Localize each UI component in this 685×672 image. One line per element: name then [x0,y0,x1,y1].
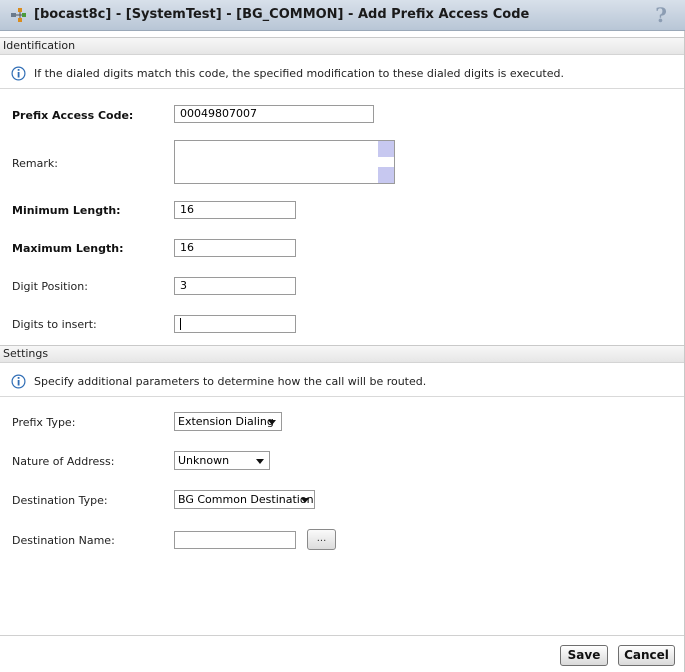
prefix-access-code-input[interactable]: 00049807007 [174,105,374,123]
chevron-down-icon [268,420,276,425]
maximum-length-input[interactable]: 16 [174,239,296,257]
settings-section-header[interactable]: Settings [0,345,685,363]
digits-to-insert-input[interactable] [174,315,296,333]
text-caret [180,318,181,330]
minimum-length-label: Minimum Length: [12,204,121,217]
prefix-type-label: Prefix Type: [12,416,76,429]
title-bar: [bocast8c] - [SystemTest] - [BG_COMMON] … [0,0,685,31]
chevron-down-icon [256,459,264,464]
scroll-up-button[interactable] [378,141,394,157]
minimum-length-input[interactable]: 16 [174,201,296,219]
prefix-access-code-label: Prefix Access Code: [12,109,134,122]
settings-info-text: Specify additional parameters to determi… [34,375,427,388]
info-icon [11,374,26,389]
remark-label: Remark: [12,157,58,170]
identification-info-text: If the dialed digits match this code, th… [34,67,564,80]
remark-textarea[interactable] [174,140,395,184]
settings-info-row: Specify additional parameters to determi… [0,367,685,397]
prefix-type-value: Extension Dialing [178,415,274,428]
footer-divider [0,635,685,636]
maximum-length-label: Maximum Length: [12,242,124,255]
digit-position-label: Digit Position: [12,280,88,293]
destination-type-value: BG Common Destination [178,493,314,506]
identification-info-row: If the dialed digits match this code, th… [0,59,685,89]
nature-of-address-value: Unknown [178,454,230,467]
digits-to-insert-label: Digits to insert: [12,318,97,331]
destination-type-label: Destination Type: [12,494,108,507]
chevron-down-icon [301,498,309,503]
digit-position-input[interactable]: 3 [174,277,296,295]
destination-name-label: Destination Name: [12,534,115,547]
destination-name-input[interactable] [174,531,296,549]
destination-browse-button[interactable]: ... [307,529,336,550]
network-nodes-icon [11,8,26,22]
cancel-button[interactable]: Cancel [618,645,675,666]
help-icon[interactable]: ? [655,3,667,27]
nature-of-address-label: Nature of Address: [12,455,115,468]
scroll-down-button[interactable] [378,167,394,183]
nature-of-address-select[interactable]: Unknown [174,451,270,470]
remark-scrollbar[interactable] [378,141,394,183]
prefix-type-select[interactable]: Extension Dialing [174,412,282,431]
info-icon [11,66,26,81]
destination-type-select[interactable]: BG Common Destination [174,490,315,509]
identification-section-header[interactable]: Identification [0,37,685,55]
window-title: [bocast8c] - [SystemTest] - [BG_COMMON] … [34,7,530,22]
save-button[interactable]: Save [560,645,608,666]
